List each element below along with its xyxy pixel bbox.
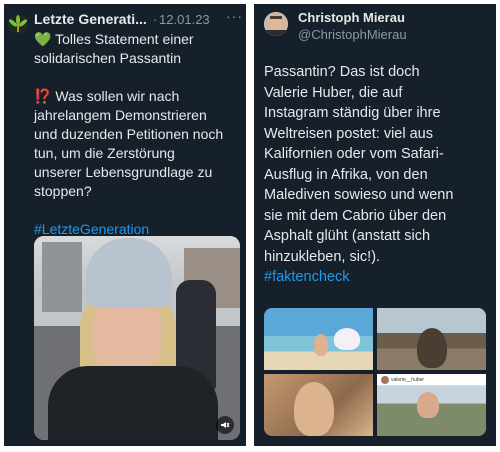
tweet-line: sie mit dem Cabrio über den bbox=[264, 207, 447, 224]
tweet-line: Asphalt glüht (anstatt sich bbox=[264, 228, 431, 244]
avatar bbox=[381, 376, 389, 384]
hashtag-link[interactable]: #faktencheck bbox=[264, 267, 492, 288]
tweet-header: Letzte Generati... · 12.01.23 bbox=[34, 10, 214, 29]
photo-instagram-cabrio[interactable]: valerie__huber bbox=[377, 374, 486, 436]
instagram-caption-bar: valerie__huber bbox=[377, 374, 486, 386]
video-person-hat bbox=[86, 238, 172, 308]
video-person-face bbox=[92, 296, 162, 376]
instagram-username: valerie__huber bbox=[391, 377, 425, 383]
author-handle[interactable]: @ChristophMierau bbox=[298, 27, 407, 43]
author-name[interactable]: Christoph Mierau bbox=[298, 10, 405, 26]
more-options-icon[interactable]: ··· bbox=[226, 8, 243, 24]
tweet-date[interactable]: 12.01.23 bbox=[159, 12, 210, 27]
avatar[interactable] bbox=[8, 14, 28, 34]
photo-portrait[interactable] bbox=[264, 374, 373, 436]
photo-person bbox=[294, 382, 334, 436]
tweet-line-gap bbox=[34, 68, 244, 87]
photo-person bbox=[417, 392, 439, 418]
tweet-line: 💚 Tolles Statement einer bbox=[34, 31, 194, 47]
tweet-line: solidarischen Passantin bbox=[34, 50, 182, 66]
video-person-jacket bbox=[48, 366, 218, 440]
tweet-line: Weltreisen postet: viel aus bbox=[264, 125, 433, 142]
photo-cabrio-image bbox=[377, 386, 486, 436]
tweet-video[interactable] bbox=[34, 236, 240, 440]
video-building bbox=[42, 242, 82, 312]
avatar[interactable] bbox=[264, 12, 288, 36]
volume-icon[interactable] bbox=[216, 416, 234, 434]
tweet-text: Passantin? Das ist doch Valerie Huber, d… bbox=[264, 62, 492, 288]
tweet-line: Valerie Huber, die auf bbox=[264, 84, 403, 101]
tweet-christoph-mierau[interactable]: Christoph Mierau @ChristophMierau Passan… bbox=[254, 4, 496, 446]
tweet-line: jahrelangem Demonstrieren bbox=[34, 107, 207, 123]
tweet-line: und duzenden Petitionen noch bbox=[34, 126, 224, 142]
tweet-line: stoppen? bbox=[34, 183, 92, 199]
photo-grid: valerie__huber bbox=[264, 308, 486, 436]
tweet-line: tun, um die Zerstörung bbox=[34, 145, 175, 161]
tweet-line: Instagram ständig über ihre bbox=[264, 105, 441, 121]
tweet-line: ⁉️ Was sollen wir nach bbox=[34, 88, 180, 104]
sunflower-icon bbox=[8, 15, 28, 32]
tweet-line: Passantin? Das ist doch bbox=[264, 64, 420, 80]
unicorn-float bbox=[334, 328, 360, 350]
tweet-line: Kalifornien oder vom Safari- bbox=[264, 146, 444, 162]
tweet-line: Ausflug in Afrika, von den bbox=[264, 166, 428, 183]
photo-beach[interactable] bbox=[264, 308, 373, 370]
tweet-line: unserer Lebensgrundlage zu bbox=[34, 164, 213, 180]
tweet-letzte-generation[interactable]: Letzte Generati... · 12.01.23 ··· 💚 Tolle… bbox=[4, 4, 246, 446]
photo-person bbox=[314, 334, 328, 356]
photo-safari[interactable] bbox=[377, 308, 486, 370]
tweet-date-separator: · bbox=[152, 12, 158, 27]
tweet-line-gap bbox=[34, 201, 244, 220]
photo-vehicle bbox=[417, 328, 447, 368]
tweet-text: 💚 Tolles Statement einer solidarischen P… bbox=[34, 30, 244, 239]
tweet-line: Malediven sowieso und wenn bbox=[264, 187, 454, 203]
tweet-line: hinzukleben, sic!). bbox=[264, 248, 381, 265]
author-name[interactable]: Letzte Generati... bbox=[34, 11, 147, 27]
